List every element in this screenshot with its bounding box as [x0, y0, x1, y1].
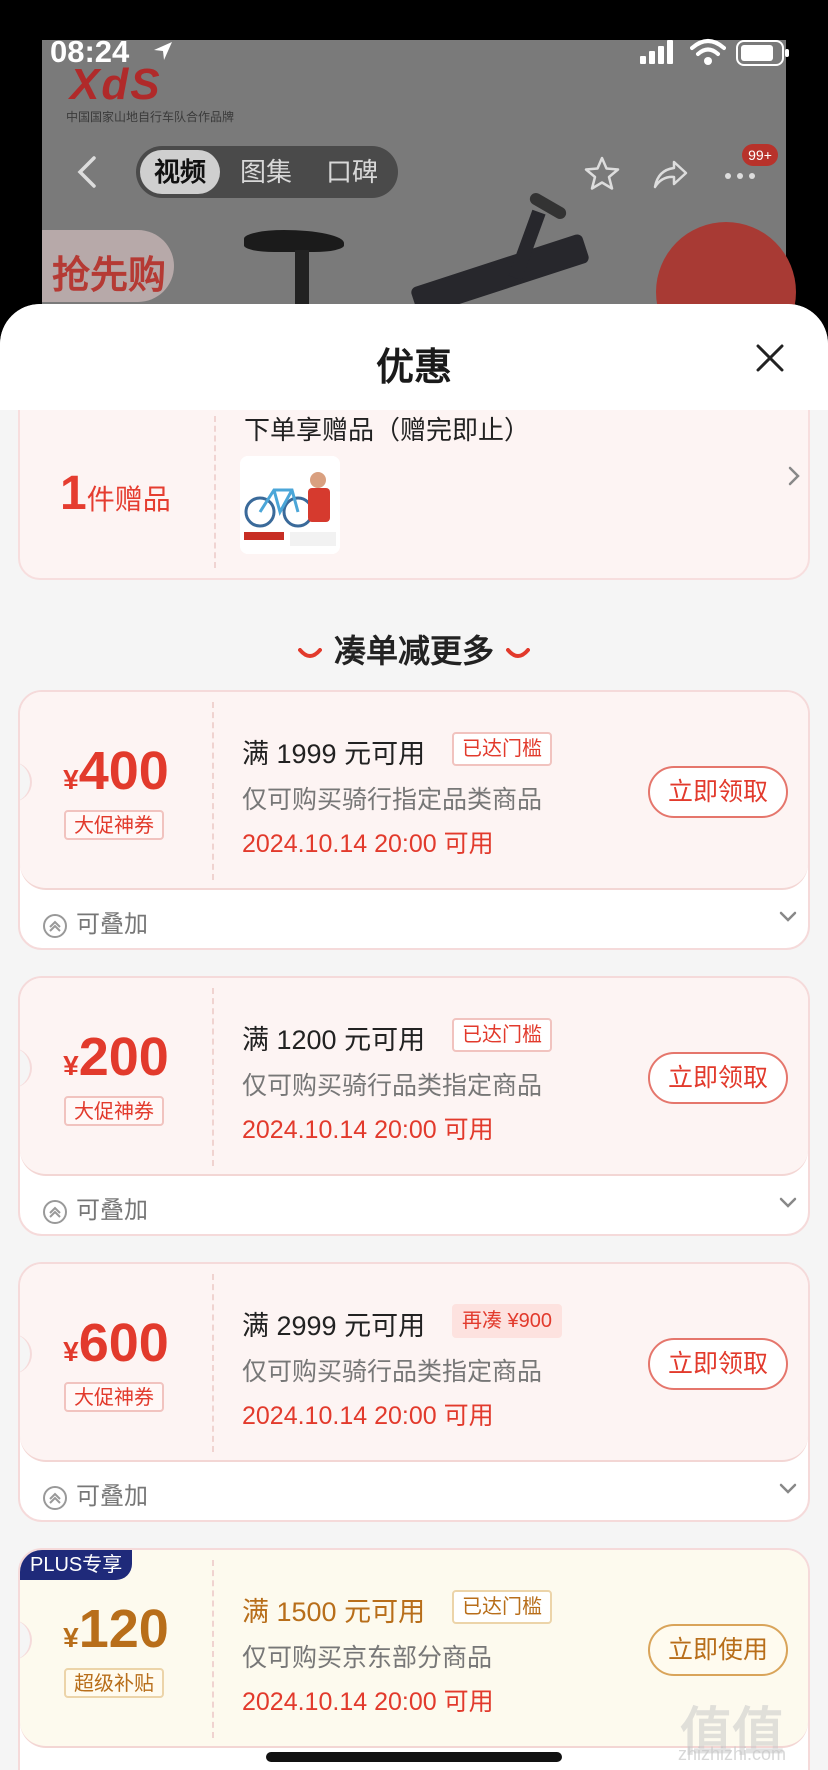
- coupon-divider: [212, 1560, 214, 1738]
- tab-gallery[interactable]: 图集: [240, 146, 292, 198]
- coupon-value: 600: [78, 1313, 169, 1373]
- sheet-title: 优惠: [375, 347, 452, 389]
- stackable-label: 可叠加: [76, 1197, 148, 1224]
- close-icon[interactable]: [752, 340, 788, 376]
- smile-decoration-icon: [506, 647, 530, 658]
- bike-seatpost-shape: [295, 250, 309, 310]
- coupon-body: ¥200 大促神券 满 1200 元可用 已达门槛 仅可购买骑行品类指定商品 2…: [20, 978, 808, 1176]
- currency-symbol: ¥: [63, 764, 79, 795]
- threshold-status: 已达门槛: [452, 1590, 552, 1624]
- coupon-condition: 满 1999 元可用: [242, 739, 426, 769]
- coupon-divider: [212, 702, 214, 880]
- tab-reviews[interactable]: 口碑: [326, 146, 378, 198]
- cellular-signal-icon: [640, 40, 673, 64]
- stack-icon: [43, 1199, 67, 1224]
- chevron-down-icon[interactable]: [778, 1196, 798, 1210]
- claim-button[interactable]: 立即领取: [648, 1338, 788, 1390]
- currency-symbol: ¥: [63, 1622, 79, 1653]
- coupon-scope: 仅可购买骑行品类指定商品: [242, 1358, 543, 1386]
- chevron-right-icon: [788, 466, 800, 486]
- coupon-valid-time: 2024.10.14 20:00 可用: [242, 1116, 494, 1144]
- use-now-button[interactable]: 立即使用: [648, 1624, 788, 1676]
- gift-thumbnail[interactable]: [240, 456, 340, 554]
- coupon-scope: 仅可购买骑行指定品类商品: [242, 786, 543, 814]
- coupon-body: ¥600 大促神券 满 2999 元可用 再凑 ¥900 仅可购买骑行品类指定商…: [20, 1264, 808, 1462]
- currency-symbol: ¥: [63, 1050, 79, 1081]
- coupon-condition: 满 1200 元可用: [242, 1025, 426, 1055]
- stack-icon: [43, 1485, 67, 1510]
- currency-symbol: ¥: [63, 1336, 79, 1367]
- status-time: 08:24: [50, 34, 130, 69]
- threshold-status: 已达门槛: [452, 732, 552, 766]
- tab-video[interactable]: 视频: [140, 150, 221, 194]
- coupon-type-tag: 大促神券: [64, 1096, 164, 1126]
- threshold-status: 再凑 ¥900: [452, 1304, 563, 1338]
- watermark-url: zhizhizhi.com: [678, 1744, 787, 1764]
- gift-count-unit: 件赠品: [86, 484, 171, 515]
- stackable-label: 可叠加: [76, 1483, 148, 1510]
- threshold-status: 已达门槛: [452, 1018, 552, 1052]
- status-bar: 08:24: [0, 34, 828, 74]
- sheet-header: 优惠: [0, 304, 828, 410]
- stackable-row[interactable]: 可叠加: [42, 1190, 148, 1225]
- coupon-value: 120: [78, 1599, 169, 1659]
- product-nav-bar: 视频 图集 口碑 99+: [0, 144, 828, 200]
- coupon-type-tag: 大促神券: [64, 1382, 164, 1412]
- home-indicator[interactable]: [266, 1752, 562, 1762]
- chevron-down-icon[interactable]: [778, 1482, 798, 1496]
- location-arrow-icon: [154, 42, 172, 60]
- coupon-amount: ¥200: [20, 1026, 212, 1088]
- coupon-valid-time: 2024.10.14 20:00 可用: [242, 1402, 494, 1430]
- share-icon[interactable]: [650, 154, 690, 194]
- rush-buy-label: 抢先购: [52, 255, 167, 297]
- coupon-card: ¥600 大促神券 满 2999 元可用 再凑 ¥900 仅可购买骑行品类指定商…: [18, 1262, 810, 1522]
- notification-badge: 99+: [742, 144, 778, 166]
- star-icon[interactable]: [582, 154, 622, 194]
- smile-decoration-icon: [297, 647, 322, 658]
- stackable-label: 可叠加: [76, 911, 148, 938]
- coupon-scope: 仅可购买京东部分商品: [242, 1644, 493, 1672]
- gift-title: 下单享赠品（赠完即止）: [244, 415, 531, 445]
- coupon-type-tag: 超级补贴: [64, 1668, 164, 1698]
- plus-exclusive-badge: PLUS专享: [20, 1550, 133, 1580]
- coupon-body: ¥400 大促神券 满 1999 元可用 已达门槛 仅可购买骑行指定品类商品 2…: [20, 692, 808, 890]
- gift-count: 1件赠品: [60, 466, 171, 521]
- stackable-row[interactable]: 可叠加: [42, 1476, 148, 1511]
- battery-icon: [736, 40, 789, 66]
- claim-button[interactable]: 立即领取: [648, 766, 788, 818]
- chevron-down-icon[interactable]: [778, 910, 798, 924]
- gift-divider: [214, 416, 216, 568]
- coupon-condition: 满 1500 元可用: [242, 1597, 426, 1627]
- coupon-type-tag: 大促神券: [64, 810, 164, 840]
- coupon-divider: [212, 988, 214, 1166]
- claim-button[interactable]: 立即领取: [648, 1052, 788, 1104]
- coupon-card: ¥400 大促神券 满 1999 元可用 已达门槛 仅可购买骑行指定品类商品 2…: [18, 690, 810, 950]
- media-tabs: 视频 图集 口碑: [136, 146, 398, 198]
- gift-bike-image: [240, 456, 340, 554]
- coupon-amount: ¥400: [20, 740, 212, 802]
- coupon-card: ¥200 大促神券 满 1200 元可用 已达门槛 仅可购买骑行品类指定商品 2…: [18, 976, 810, 1236]
- coupon-divider: [212, 1274, 214, 1452]
- gift-count-number: 1: [60, 467, 87, 520]
- coupon-sheet: 优惠 下单享赠品（赠完即止） 1件赠品 凑单减更多 ¥400 大促神券 满 19…: [0, 304, 828, 1770]
- wifi-icon: [690, 39, 726, 65]
- back-arrow-icon[interactable]: [74, 154, 104, 190]
- stackable-row[interactable]: 可叠加: [42, 904, 148, 939]
- section-title: 凑单减更多: [0, 626, 828, 672]
- coupon-amount: ¥120: [20, 1598, 212, 1660]
- coupon-amount: ¥600: [20, 1312, 212, 1374]
- coupon-value: 200: [78, 1027, 169, 1087]
- section-title-text: 凑单减更多: [333, 633, 494, 669]
- coupon-valid-time: 2024.10.14 20:00 可用: [242, 830, 494, 858]
- stack-icon: [43, 913, 67, 938]
- rush-buy-banner[interactable]: 抢先购: [42, 230, 174, 302]
- coupon-value: 400: [78, 741, 169, 801]
- coupon-condition: 满 2999 元可用: [242, 1311, 426, 1341]
- coupon-scope: 仅可购买骑行品类指定商品: [242, 1072, 543, 1100]
- brand-logo-subtitle: 中国国家山地自行车队合作品牌: [66, 110, 235, 124]
- coupon-valid-time: 2024.10.14 20:00 可用: [242, 1688, 494, 1716]
